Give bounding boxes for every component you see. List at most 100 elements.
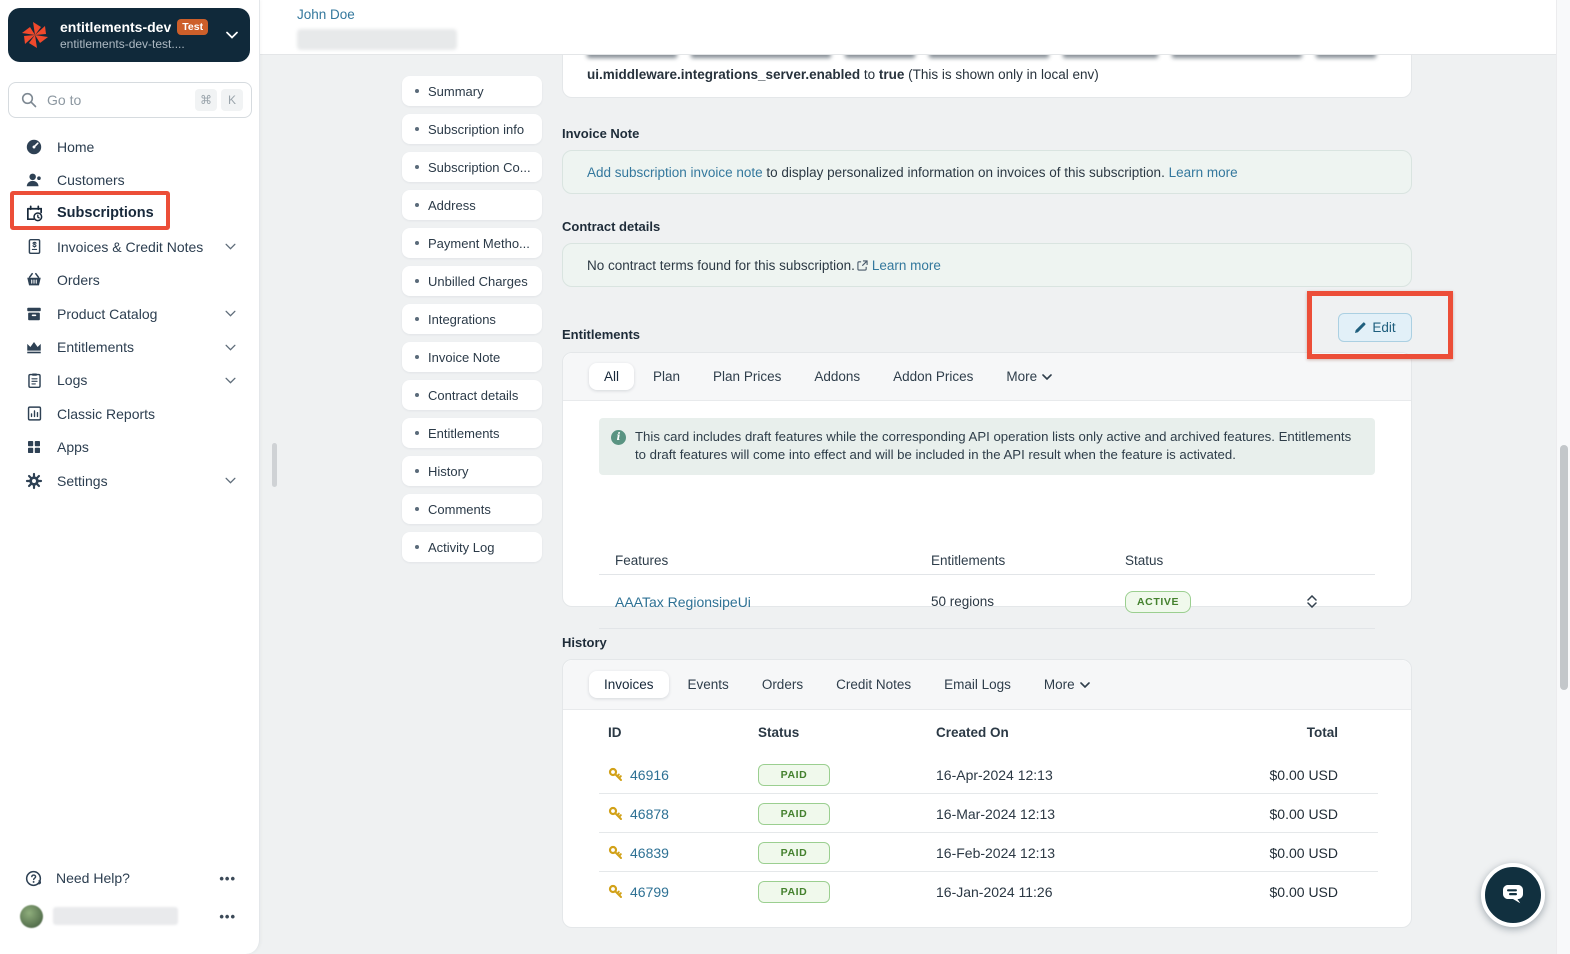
invoice-id-link[interactable]: 46878: [630, 806, 669, 822]
user-account-item[interactable]: •••: [0, 896, 260, 936]
env-badge: Test: [177, 19, 208, 35]
draft-features-info-text: This card includes draft features while …: [635, 428, 1361, 463]
secnav-integrations[interactable]: Integrations: [402, 304, 542, 334]
row-sort-control[interactable]: [1307, 595, 1317, 608]
invoice-id-link[interactable]: 46916: [630, 767, 669, 783]
invoice-note-heading: Invoice Note: [562, 126, 639, 141]
pencil-icon: [1354, 322, 1366, 334]
secnav-entitlements[interactable]: Entitlements: [402, 418, 542, 448]
inner-scrollbar-thumb[interactable]: [272, 443, 277, 487]
paid-badge: PAID: [758, 842, 830, 864]
invoice-total: $0.00 USD: [1270, 806, 1338, 822]
tab-addons[interactable]: Addons: [814, 369, 860, 384]
secnav-contract-details[interactable]: Contract details: [402, 380, 542, 410]
workspace-switcher[interactable]: entitlements-dev Test entitlements-dev-t…: [8, 8, 250, 62]
sidebar-item-invoices-credit-notes[interactable]: Invoices & Credit Notes: [0, 230, 260, 263]
invoice-row: 46878 PAID 16-Mar-2024 12:13 $0.00 USD: [563, 794, 1411, 833]
chevron-down-icon: [225, 344, 236, 351]
features-table: Features Entitlements Status AAATax Regi…: [563, 546, 1411, 629]
help-menu-ellipsis[interactable]: •••: [219, 871, 236, 886]
tab-history-more[interactable]: More: [1044, 677, 1090, 692]
key-icon: [608, 845, 624, 861]
contract-details-text: No contract terms found for this subscri…: [587, 258, 855, 273]
secnav-summary[interactable]: Summary: [402, 76, 542, 106]
invoice-row: 46799 PAID 16-Jan-2024 11:26 $0.00 USD: [563, 872, 1411, 911]
k-key: K: [221, 89, 243, 111]
secnav-invoice-note[interactable]: Invoice Note: [402, 342, 542, 372]
key-icon: [608, 806, 624, 822]
invoices-table-header: ID Status Created On Total: [563, 710, 1411, 755]
paid-badge: PAID: [758, 881, 830, 903]
subscription-section-nav: Summary Subscription info Subscription C…: [402, 76, 542, 570]
user-menu-ellipsis[interactable]: •••: [219, 909, 236, 924]
help-headset-icon: [24, 869, 43, 888]
tab-plan-prices[interactable]: Plan Prices: [713, 369, 781, 384]
page-scrollbar-thumb[interactable]: [1560, 445, 1568, 690]
chat-widget-button[interactable]: [1481, 863, 1545, 927]
key-icon: [608, 767, 624, 783]
secnav-history[interactable]: History: [402, 456, 542, 486]
search-icon: [21, 92, 37, 108]
go-to-search[interactable]: Go to ⌘ K: [8, 82, 252, 118]
external-link-icon: [857, 260, 868, 271]
chevron-down-icon: [1042, 374, 1052, 380]
sidebar-item-entitlements[interactable]: Entitlements: [0, 330, 260, 363]
tab-credit-notes[interactable]: Credit Notes: [836, 677, 911, 692]
classic-reports-icon: [24, 405, 44, 422]
chevron-down-icon: [225, 477, 236, 484]
chevron-down-icon: [225, 310, 236, 317]
history-heading: History: [562, 635, 607, 650]
invoices-icon: [24, 238, 44, 255]
tab-addon-prices[interactable]: Addon Prices: [893, 369, 973, 384]
invoice-id-link[interactable]: 46799: [630, 884, 669, 900]
key-icon: [608, 884, 624, 900]
customer-breadcrumb-link[interactable]: John Doe: [297, 7, 355, 22]
search-placeholder: Go to: [47, 92, 191, 108]
sidebar: entitlements-dev Test entitlements-dev-t…: [0, 0, 260, 954]
secnav-activity-log[interactable]: Activity Log: [402, 532, 542, 562]
sidebar-item-customers[interactable]: Customers: [0, 163, 260, 196]
sidebar-item-subscriptions[interactable]: Subscriptions: [0, 197, 260, 230]
sidebar-item-orders[interactable]: Orders: [0, 264, 260, 297]
apps-grid-icon: [24, 439, 44, 455]
tab-invoices[interactable]: Invoices: [589, 671, 669, 698]
tab-orders[interactable]: Orders: [762, 677, 803, 692]
config-value: true: [879, 67, 905, 82]
secnav-payment-method[interactable]: Payment Metho...: [402, 228, 542, 258]
app-root: John Doe ui.middleware.integrations_serv…: [0, 0, 1570, 954]
sidebar-item-logs[interactable]: Logs: [0, 364, 260, 397]
entitlements-heading: Entitlements: [562, 327, 640, 342]
tab-plan[interactable]: Plan: [653, 369, 680, 384]
tab-email-logs[interactable]: Email Logs: [944, 677, 1011, 692]
settings-gear-icon: [24, 472, 44, 490]
history-tabbar: Invoices Events Orders Credit Notes Emai…: [563, 660, 1411, 710]
entitlements-edit-button[interactable]: Edit: [1338, 313, 1412, 342]
tab-more[interactable]: More: [1006, 369, 1052, 384]
need-help-item[interactable]: Need Help? •••: [0, 860, 260, 896]
secnav-subscription-co[interactable]: Subscription Co...: [402, 152, 542, 182]
tab-all[interactable]: All: [589, 363, 634, 390]
page-scrollbar[interactable]: [1556, 0, 1570, 954]
sidebar-item-apps[interactable]: Apps: [0, 431, 260, 464]
chevron-down-icon: [225, 243, 236, 250]
secnav-subscription-info[interactable]: Subscription info: [402, 114, 542, 144]
invoice-created-on: 16-Mar-2024 12:13: [936, 806, 1270, 822]
invoice-note-learn-more-link[interactable]: Learn more: [1169, 165, 1238, 180]
feature-link[interactable]: AAATax RegionsipeUi: [615, 594, 931, 610]
sidebar-item-product-catalog[interactable]: Product Catalog: [0, 297, 260, 330]
secnav-comments[interactable]: Comments: [402, 494, 542, 524]
contract-learn-more-link[interactable]: Learn more: [872, 258, 941, 273]
secnav-address[interactable]: Address: [402, 190, 542, 220]
logs-icon: [24, 372, 44, 389]
add-invoice-note-link[interactable]: Add subscription invoice note: [587, 165, 763, 180]
info-icon: i: [611, 430, 626, 445]
tab-events[interactable]: Events: [688, 677, 729, 692]
secnav-unbilled-charges[interactable]: Unbilled Charges: [402, 266, 542, 296]
sidebar-item-settings[interactable]: Settings: [0, 464, 260, 497]
invoice-id-link[interactable]: 46839: [630, 845, 669, 861]
sidebar-item-classic-reports[interactable]: Classic Reports: [0, 397, 260, 430]
config-note-text: ui.middleware.integrations_server.enable…: [587, 67, 1099, 82]
sidebar-item-home[interactable]: Home: [0, 130, 260, 163]
contract-details-heading: Contract details: [562, 219, 660, 234]
entitlements-crown-icon: [24, 338, 44, 356]
